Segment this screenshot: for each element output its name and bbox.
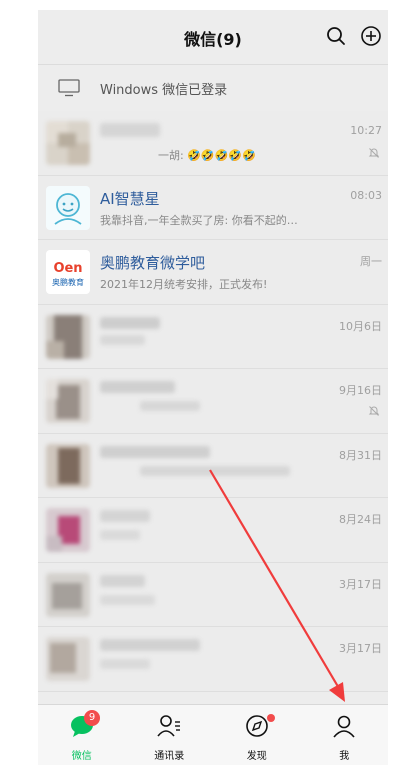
chat-time: 3月17日 <box>339 577 382 591</box>
tab-chats[interactable]: 9 微信 <box>38 705 126 765</box>
blurred-text <box>100 510 150 540</box>
avatar <box>46 379 90 423</box>
tab-me[interactable]: 我 <box>301 705 389 765</box>
chat-row[interactable]: 8月24日 <box>38 498 388 563</box>
blurred-name <box>100 123 160 137</box>
aopeng-logo-avatar: Oen 奥鹏教育 <box>46 250 90 294</box>
avatar <box>46 637 90 681</box>
wechat-screen: 微信(9) Windows 微信已登录 一胡: 🤣🤣🤣� <box>38 10 388 765</box>
mute-bell-icon <box>368 148 380 158</box>
tab-label: 我 <box>339 751 350 762</box>
new-dot <box>267 714 275 722</box>
avatar <box>46 314 90 359</box>
blurred-text <box>100 574 155 605</box>
chat-row[interactable]: 10月6日 <box>38 304 388 369</box>
bottom-tab-bar: 9 微信 通讯录 发现 我 <box>38 704 388 765</box>
chat-row[interactable]: 3月17日 <box>38 562 388 627</box>
unread-badge: 9 <box>84 710 100 726</box>
chat-time: 10月6日 <box>339 319 382 333</box>
monitor-icon <box>58 79 80 97</box>
avatar <box>46 508 90 552</box>
tab-contacts[interactable]: 通讯录 <box>126 705 214 765</box>
chat-name: 奥鹏教育微学吧 <box>100 254 206 272</box>
ai-robot-avatar <box>46 185 90 230</box>
chat-name: AI智慧星 <box>100 189 160 208</box>
chat-preview: 一胡: 🤣🤣🤣🤣🤣 <box>158 149 256 162</box>
chat-row[interactable]: 一胡: 🤣🤣🤣🤣🤣 10:27 <box>38 111 388 176</box>
person-icon <box>333 715 355 738</box>
mute-bell-icon <box>368 406 380 416</box>
blurred-text <box>100 316 160 345</box>
chat-time: 10:27 <box>350 124 382 137</box>
contacts-icon <box>157 715 181 737</box>
blurred-text <box>100 381 200 411</box>
chat-time: 9月16日 <box>339 384 382 397</box>
top-bar: 微信(9) <box>38 10 388 64</box>
chat-row[interactable]: AI智慧星 我靠抖音,一年全款买了房: 你看不起的… 08:03 <box>38 175 388 240</box>
tab-discover[interactable]: 发现 <box>213 705 301 765</box>
plus-circle-icon[interactable] <box>360 25 382 47</box>
chat-row[interactable]: 9月16日 <box>38 369 388 434</box>
blurred-text <box>100 639 200 669</box>
search-icon[interactable] <box>325 25 347 47</box>
windows-login-banner[interactable]: Windows 微信已登录 <box>38 64 388 112</box>
aopeng-logo-text: 奥鹏教育 <box>52 277 84 287</box>
blurred-text <box>100 445 290 476</box>
chat-time: 8月24日 <box>339 513 382 526</box>
chat-preview: 2021年12月统考安排，正式发布! <box>100 278 268 291</box>
chat-preview: 我靠抖音,一年全款买了房: 你看不起的… <box>100 213 298 227</box>
avatar <box>46 443 90 488</box>
avatar <box>46 121 90 165</box>
chat-time: 08:03 <box>350 188 382 202</box>
chat-time: 8月31日 <box>339 448 382 462</box>
chat-row[interactable]: 3月17日 <box>38 627 388 692</box>
tab-label: 通讯录 <box>154 751 185 762</box>
compass-icon <box>245 715 268 737</box>
avatar <box>46 572 90 617</box>
chat-row[interactable]: 8月31日 <box>38 433 388 498</box>
tab-label: 发现 <box>246 751 267 762</box>
chat-time: 3月17日 <box>339 642 382 655</box>
login-banner-text: Windows 微信已登录 <box>100 83 228 98</box>
chat-list: 一胡: 🤣🤣🤣🤣🤣 10:27 AI智慧星 我靠抖音,一年全款买了房: 你看不起… <box>38 111 388 692</box>
chat-row[interactable]: Oen 奥鹏教育 奥鹏教育微学吧 2021年12月统考安排，正式发布! 周一 <box>38 240 388 305</box>
chat-time: 周一 <box>360 255 382 268</box>
aopeng-logo-mark: Oen <box>53 261 82 276</box>
tab-label: 微信 <box>71 751 92 762</box>
